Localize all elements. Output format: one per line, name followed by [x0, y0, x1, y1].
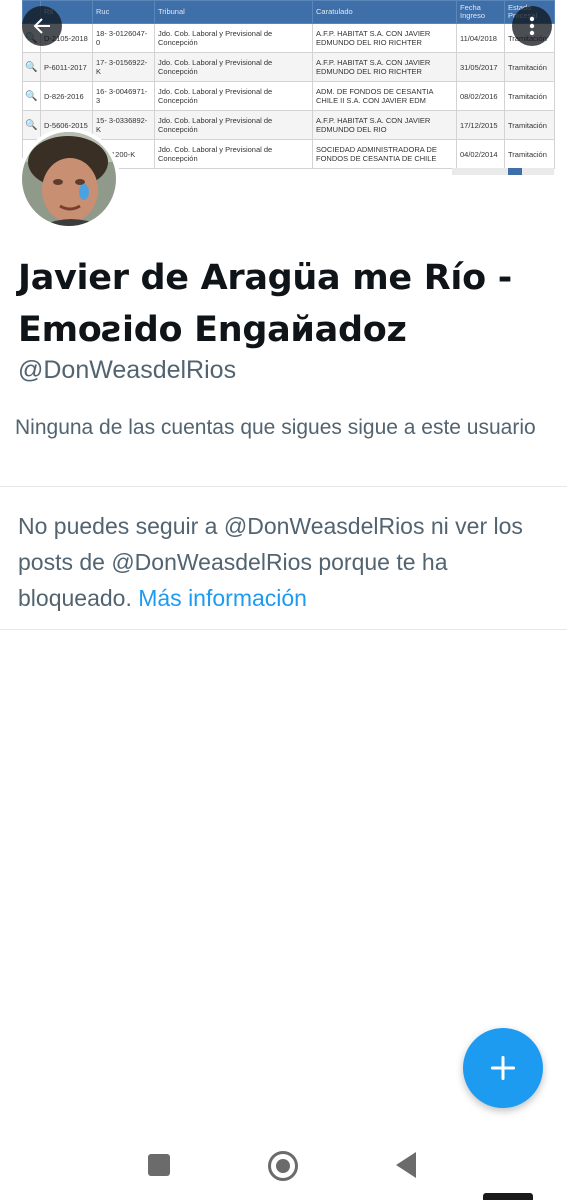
circle-icon[interactable] — [268, 1151, 298, 1181]
table-cell: Tramitación — [504, 52, 555, 82]
table-cell: D-826-2016 — [40, 81, 93, 111]
table-row: 🔍 D-2105-2018 18- 3-0126047-0 Jdo. Cob. … — [22, 23, 555, 53]
table-cell: Tramitación — [504, 110, 555, 140]
table-cell: A.F.P. HABITAT S.A. CON JAVIER EDMUNDO D… — [312, 110, 457, 140]
column-header: Ruc — [92, 0, 155, 24]
column-header: Tribunal — [154, 0, 313, 24]
divider — [0, 629, 567, 630]
table-cell: Jdo. Cob. Laboral y Previsional de Conce… — [154, 81, 313, 111]
magnifier-icon: 🔍 — [22, 81, 41, 111]
table-cell: A.F.P. HABITAT S.A. CON JAVIER EDMUNDO D… — [312, 23, 457, 53]
avatar[interactable] — [18, 128, 120, 230]
table-cell: 16- 3-0046971-3 — [92, 81, 155, 111]
system-navigation-bar — [0, 1130, 567, 1200]
table-cell: 17- 3-0156922-K — [92, 52, 155, 82]
table-cell: 04/02/2014 — [456, 139, 505, 169]
table-cell: A.F.P. HABITAT S.A. CON JAVIER EDMUNDO D… — [312, 52, 457, 82]
table-cell: Jdo. Cob. Laboral y Previsional de Conce… — [154, 110, 313, 140]
table-cell: 31/05/2017 — [456, 52, 505, 82]
table-cell: SOCIEDAD ADMINISTRADORA DE FONDOS DE CES… — [312, 139, 457, 169]
blocked-notice: No puedes seguir a @DonWeasdelRios ni ve… — [18, 508, 548, 616]
more-vertical-icon — [529, 16, 535, 36]
table-cell: P-6011-2017 — [40, 52, 93, 82]
table-cell: 08/02/2016 — [456, 81, 505, 111]
square-icon[interactable] — [148, 1154, 170, 1176]
table-cell: Jdo. Cob. Laboral y Previsional de Conce… — [154, 139, 313, 169]
table-cell: 11/04/2018 — [456, 23, 505, 53]
table-cell: Tramitación — [504, 81, 555, 111]
table-cell: Jdo. Cob. Laboral y Previsional de Conce… — [154, 52, 313, 82]
followers-you-know-note: Ninguna de las cuentas que sigues sigue … — [15, 416, 536, 439]
table-cell: 18- 3-0126047-0 — [92, 23, 155, 53]
table-pager — [452, 168, 554, 175]
plus-icon — [491, 1056, 515, 1080]
profile-handle: @DonWeasdelRios — [18, 356, 237, 384]
avatar-photo — [22, 132, 116, 226]
magnifier-icon: 🔍 — [22, 52, 41, 82]
more-info-link[interactable]: Más información — [138, 585, 307, 611]
triangle-back-icon[interactable] — [396, 1152, 416, 1178]
divider — [0, 486, 567, 487]
table-cell: Tramitación — [504, 139, 555, 169]
more-options-button[interactable] — [512, 6, 552, 46]
table-row: 🔍 D-826-2016 16- 3-0046971-3 Jdo. Cob. L… — [22, 81, 555, 111]
column-header: Caratulado — [312, 0, 457, 24]
table-cell: Jdo. Cob. Laboral y Previsional de Conce… — [154, 23, 313, 53]
arrow-left-icon — [33, 18, 50, 34]
table-header-row: Rit Ruc Tribunal Caratulado Fecha Ingres… — [22, 0, 555, 24]
home-indicator — [483, 1193, 533, 1200]
table-cell: ADM. DE FONDOS DE CESANTIA CHILE II S.A.… — [312, 81, 457, 111]
profile-display-name: Javier de Aragüa me Río - Emoƨido Engaйa… — [18, 258, 512, 350]
table-row: 🔍 P-6011-2017 17- 3-0156922-K Jdo. Cob. … — [22, 52, 555, 82]
compose-post-button[interactable] — [463, 1028, 543, 1108]
table-cell: 17/12/2015 — [456, 110, 505, 140]
back-button[interactable] — [22, 6, 62, 46]
pager-current — [508, 168, 522, 175]
column-header: Fecha Ingreso — [456, 0, 505, 24]
